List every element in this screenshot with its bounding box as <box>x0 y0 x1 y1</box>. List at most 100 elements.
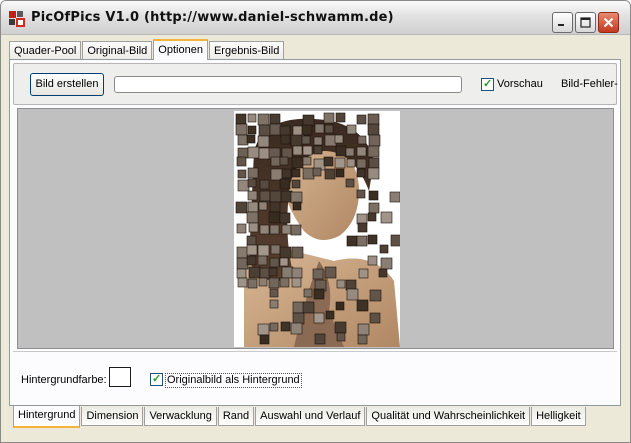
progress-bar <box>114 76 462 93</box>
mosaic-tile <box>324 134 337 147</box>
mosaic-tile <box>290 191 303 204</box>
mosaic-tile <box>246 244 258 256</box>
mosaic-tile <box>291 277 302 288</box>
mosaic-tile <box>257 135 270 148</box>
original-background-label[interactable]: Originalbild als Hintergrund <box>165 373 302 388</box>
tab-optionen[interactable]: Optionen <box>153 39 208 60</box>
mosaic-tile <box>280 190 293 203</box>
mosaic-tile <box>313 312 325 324</box>
preview-area <box>17 108 614 349</box>
mosaic-tile <box>279 212 291 224</box>
mosaic-tile <box>269 224 280 235</box>
image-error-label: Bild-Fehler-S <box>561 78 618 90</box>
mosaic-tile <box>291 179 301 189</box>
mosaic-tile <box>291 168 301 178</box>
maximize-button[interactable] <box>575 12 596 33</box>
tab-auswahl-und-verlauf[interactable]: Auswahl und Verlauf <box>255 407 366 426</box>
mosaic-tile <box>236 246 249 259</box>
mosaic-tile <box>301 124 313 136</box>
mosaic-tile <box>268 267 278 277</box>
tab-helligkeit[interactable]: Helligkeit <box>531 407 586 426</box>
mosaic-tile <box>259 224 270 235</box>
mosaic-tile <box>334 134 344 144</box>
mosaic-tile <box>380 211 393 224</box>
mosaic-tile <box>324 266 337 279</box>
mosaic-tile <box>269 123 282 136</box>
mosaic-tile <box>268 211 281 224</box>
tab-ergebnis-bild[interactable]: Ergebnis-Bild <box>208 41 285 60</box>
mosaic-tile <box>259 267 271 279</box>
tab-dimension[interactable]: Dimension <box>81 407 144 426</box>
mosaic-tile <box>269 299 279 309</box>
mosaic-tile <box>380 257 393 270</box>
tab-qualitaet-und-wahrscheinlichkeit[interactable]: Qualität und Wahrscheinlichkeit <box>366 407 531 426</box>
mosaic-tile <box>258 277 268 287</box>
top-tab-bar: Quader-Pool Original-Bild Optionen Ergeb… <box>9 39 285 60</box>
mosaic-tile <box>335 145 347 157</box>
mosaic-tile <box>367 123 380 136</box>
close-button[interactable] <box>598 12 619 33</box>
mosaic-tile <box>236 156 247 167</box>
mosaic-tile <box>247 113 257 123</box>
mosaic-tile <box>335 301 345 311</box>
mosaic-tile <box>291 267 303 279</box>
background-color-picker[interactable] <box>109 367 131 387</box>
mosaic-tile <box>334 321 347 334</box>
mosaic-tile <box>237 277 248 288</box>
minimize-button[interactable] <box>552 12 573 33</box>
tab-quader-pool[interactable]: Quader-Pool <box>9 41 82 60</box>
mosaic-tile <box>367 167 380 180</box>
mosaic-tile <box>268 277 280 289</box>
mosaic-tile <box>247 167 259 179</box>
mosaic-tile <box>290 322 303 335</box>
create-image-button[interactable]: Bild erstellen <box>30 73 104 96</box>
tab-rand[interactable]: Rand <box>217 407 255 426</box>
original-background-checkbox[interactable]: ✓ <box>150 373 163 386</box>
mosaic-tile <box>302 167 315 180</box>
mosaic-tile <box>236 223 247 234</box>
mosaic-tile <box>281 147 293 159</box>
mosaic-tile <box>346 288 359 301</box>
mosaic-tile <box>323 112 335 124</box>
mosaic-tile <box>237 169 247 179</box>
mosaic-tile <box>269 288 279 298</box>
mosaic-tile <box>236 268 247 279</box>
tab-original-bild[interactable]: Original-Bild <box>82 41 153 60</box>
mosaic-tile <box>367 255 378 266</box>
tab-hintergrund[interactable]: Hintergrund <box>13 406 81 428</box>
mosaic-tile <box>269 190 282 203</box>
mosaic-tile <box>358 268 369 279</box>
mosaic-tile <box>291 246 304 259</box>
mosaic-tile <box>302 145 313 156</box>
mosaic-tile <box>345 147 355 157</box>
mosaic-tile <box>356 168 366 178</box>
mosaic-tile <box>302 301 315 314</box>
mosaic-tile <box>292 301 305 314</box>
preview-label[interactable]: Vorschau <box>497 78 543 90</box>
mosaic-tile <box>269 201 281 213</box>
mosaic-tile <box>313 136 323 146</box>
mosaic-tile <box>259 190 271 202</box>
tab-verwacklung[interactable]: Verwacklung <box>144 407 217 426</box>
preview-image <box>234 111 400 347</box>
mosaic-tile <box>346 235 358 247</box>
mosaic-tile <box>378 268 388 278</box>
mosaic-tile <box>356 146 367 157</box>
mosaic-tile <box>356 114 367 125</box>
mosaic-tile <box>356 189 366 199</box>
mosaic-tile <box>368 190 379 201</box>
mosaic-tile <box>280 321 291 332</box>
mosaic-tile <box>258 201 268 211</box>
close-icon <box>603 17 614 28</box>
mosaic-tile <box>367 212 377 222</box>
mosaic-tile <box>247 178 257 188</box>
mosaic-tile <box>312 268 324 280</box>
mosaic-tile <box>323 156 334 167</box>
mosaic-tile <box>270 168 283 181</box>
mosaic-tile <box>312 167 322 177</box>
mosaic-tile <box>336 279 346 289</box>
preview-checkbox[interactable]: ✓ <box>481 78 494 91</box>
title-bar[interactable]: PicOfPics V1.0 (http://www.daniel-schwam… <box>1 1 630 35</box>
mosaic-tile <box>279 277 290 288</box>
mosaic-tile <box>336 332 346 342</box>
